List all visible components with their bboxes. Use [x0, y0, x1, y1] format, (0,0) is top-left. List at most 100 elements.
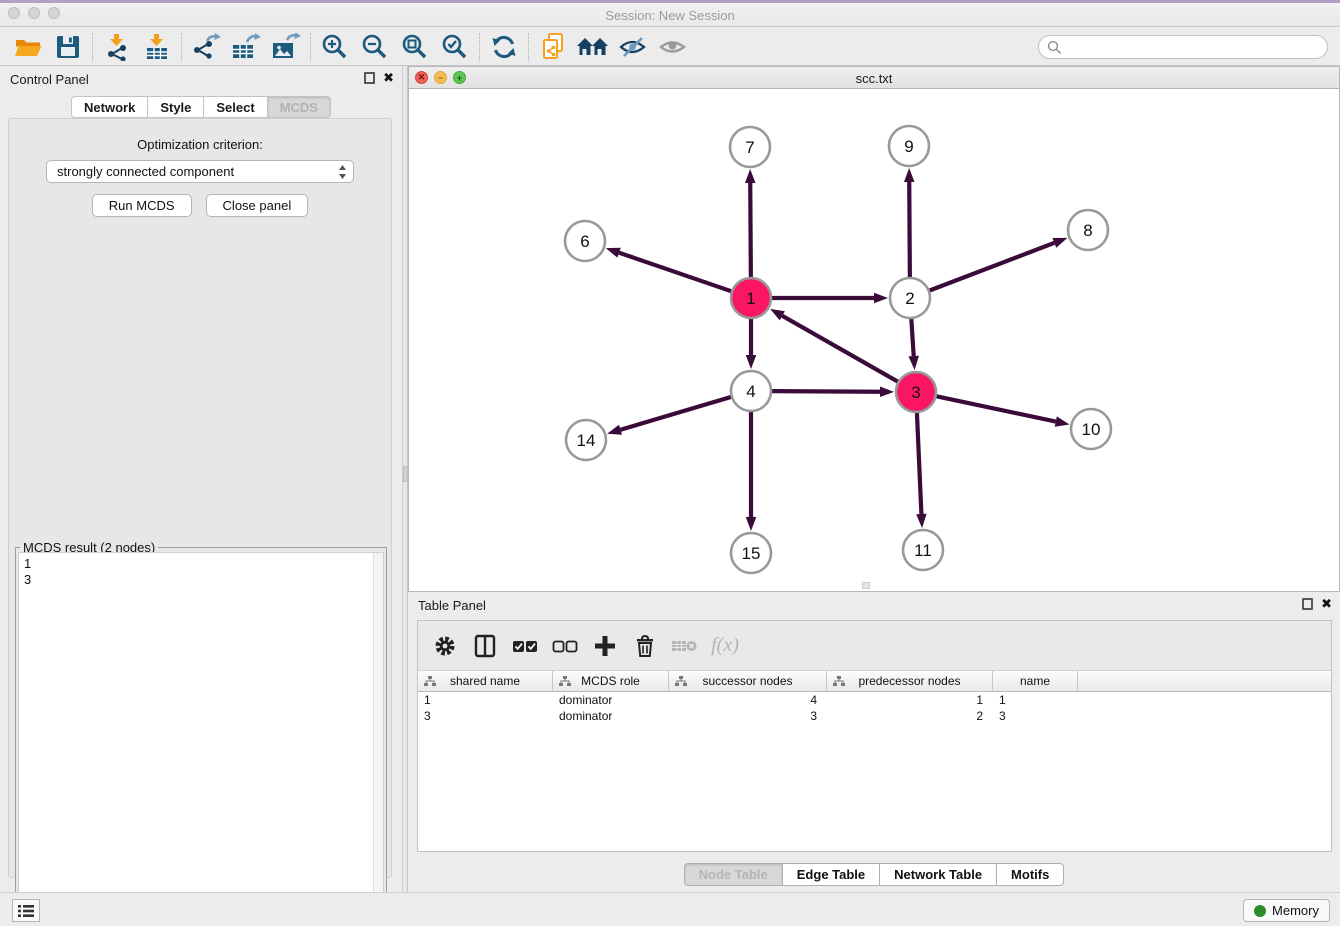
- zoom-in-button[interactable]: [315, 30, 355, 64]
- zoom-selected-button[interactable]: [435, 30, 475, 64]
- zoom-out-button[interactable]: [355, 30, 395, 64]
- column-header-name[interactable]: name: [993, 671, 1078, 691]
- close-table-panel-icon[interactable]: ✖: [1321, 597, 1332, 611]
- hide-selected-button[interactable]: [613, 30, 653, 64]
- table-cell-predecessor-nodes[interactable]: 1: [827, 693, 993, 707]
- columns-icon: [474, 634, 496, 658]
- run-mcds-button[interactable]: Run MCDS: [92, 194, 192, 217]
- deselect-all-button[interactable]: [548, 628, 582, 664]
- import-network-button[interactable]: [97, 30, 137, 64]
- edge-4-14[interactable]: [621, 397, 731, 430]
- copy-network-button[interactable]: [533, 30, 573, 64]
- edge-arrowhead: [606, 248, 621, 258]
- network-graph[interactable]: 1234678910111415: [409, 89, 1339, 591]
- zoom-in-icon: [321, 33, 349, 61]
- save-floppy-icon: [55, 34, 81, 60]
- edge-1-7[interactable]: [750, 183, 751, 277]
- task-history-button[interactable]: [12, 899, 40, 922]
- memory-button[interactable]: Memory: [1243, 899, 1330, 922]
- show-all-button[interactable]: [653, 30, 693, 64]
- search-input[interactable]: [1038, 35, 1328, 59]
- column-header-label: predecessor nodes: [858, 674, 960, 688]
- column-header-shared-name[interactable]: shared name: [418, 671, 553, 691]
- delete-table-icon: [671, 637, 699, 655]
- tab-select[interactable]: Select: [203, 96, 266, 118]
- edge-arrowhead: [880, 387, 894, 397]
- tab-motifs[interactable]: Motifs: [996, 863, 1064, 886]
- edge-arrowhead: [746, 517, 757, 531]
- table-cell-successor-nodes[interactable]: 4: [669, 693, 827, 707]
- zoom-fit-button[interactable]: [395, 30, 435, 64]
- control-panel-header: Control Panel ✖: [0, 66, 402, 92]
- edge-arrowhead: [904, 168, 914, 182]
- export-network-button[interactable]: [186, 30, 226, 64]
- float-panel-icon[interactable]: [363, 71, 376, 85]
- graph-node-label: 15: [742, 544, 761, 563]
- function-builder-button[interactable]: f(x): [708, 628, 742, 664]
- first-neighbors-button[interactable]: [573, 30, 613, 64]
- column-header-label: successor nodes: [702, 674, 792, 688]
- table-row[interactable]: 3dominator323: [418, 708, 1331, 724]
- refresh-view-button[interactable]: [484, 30, 524, 64]
- table-cell-mcds-role[interactable]: dominator: [553, 693, 669, 707]
- export-image-icon: [271, 33, 301, 61]
- window-title: Session: New Session: [0, 8, 1340, 23]
- open-session-button[interactable]: [8, 30, 48, 64]
- toolbar-separator: [528, 33, 529, 61]
- edge-2-9[interactable]: [909, 182, 910, 277]
- delete-row-button[interactable]: [628, 628, 662, 664]
- edge-4-3[interactable]: [772, 391, 880, 392]
- network-frame-titlebar[interactable]: ✕ − + scc.txt: [409, 67, 1339, 89]
- column-header-mcds-role[interactable]: MCDS role: [553, 671, 669, 691]
- import-table-button[interactable]: [137, 30, 177, 64]
- column-header-predecessor-nodes[interactable]: predecessor nodes: [827, 671, 993, 691]
- tab-node-table[interactable]: Node Table: [684, 863, 782, 886]
- edge-3-10[interactable]: [937, 396, 1056, 421]
- edge-3-11[interactable]: [917, 413, 921, 514]
- result-scrollbar[interactable]: [373, 553, 383, 919]
- save-session-button[interactable]: [48, 30, 88, 64]
- criterion-dropdown[interactable]: strongly connected component: [46, 160, 354, 183]
- delete-table-button[interactable]: [668, 628, 702, 664]
- table-cell-shared-name[interactable]: 3: [418, 709, 553, 723]
- table-cell-shared-name[interactable]: 1: [418, 693, 553, 707]
- float-table-panel-icon[interactable]: [1301, 597, 1314, 611]
- table-settings-button[interactable]: [428, 628, 462, 664]
- zoom-out-icon: [361, 33, 389, 61]
- edge-arrowhead: [908, 356, 918, 370]
- criterion-dropdown-value: strongly connected component: [57, 164, 234, 179]
- close-panel-icon[interactable]: ✖: [383, 71, 394, 85]
- task-list-icon: [17, 904, 35, 918]
- edge-2-3[interactable]: [911, 319, 913, 356]
- edge-1-6[interactable]: [619, 253, 731, 291]
- edge-2-8[interactable]: [930, 243, 1055, 291]
- export-table-button[interactable]: [226, 30, 266, 64]
- table-cell-name[interactable]: 3: [993, 709, 1078, 723]
- table-cell-mcds-role[interactable]: dominator: [553, 709, 669, 723]
- tab-mcds[interactable]: MCDS: [267, 96, 331, 118]
- table-row[interactable]: 1dominator411: [418, 692, 1331, 708]
- toolbar-separator: [92, 33, 93, 61]
- edge-arrowhead: [745, 169, 755, 183]
- table-cell-successor-nodes[interactable]: 3: [669, 709, 827, 723]
- column-header-successor-nodes[interactable]: successor nodes: [669, 671, 827, 691]
- select-all-button[interactable]: [508, 628, 542, 664]
- node-table[interactable]: shared nameMCDS role successor nodes prede…: [418, 671, 1331, 851]
- network-canvas[interactable]: 1234678910111415: [409, 89, 1339, 591]
- edge-3-1[interactable]: [782, 316, 897, 382]
- show-column-button[interactable]: [468, 628, 502, 664]
- close-panel-button[interactable]: Close panel: [206, 194, 309, 217]
- mcds-result-list[interactable]: 13: [18, 552, 384, 920]
- tab-edge-table[interactable]: Edge Table: [782, 863, 879, 886]
- add-row-button[interactable]: [588, 628, 622, 664]
- tab-network-table[interactable]: Network Table: [879, 863, 996, 886]
- export-image-button[interactable]: [266, 30, 306, 64]
- tab-network[interactable]: Network: [71, 96, 147, 118]
- tab-style[interactable]: Style: [147, 96, 203, 118]
- table-cell-name[interactable]: 1: [993, 693, 1078, 707]
- table-panel-header: Table Panel ✖: [408, 592, 1340, 618]
- table-cell-predecessor-nodes[interactable]: 2: [827, 709, 993, 723]
- graph-node-label: 7: [745, 138, 754, 157]
- node-table-container: f(x) shared nameMCDS role successor nodes…: [417, 620, 1332, 852]
- toolbar-separator: [181, 33, 182, 61]
